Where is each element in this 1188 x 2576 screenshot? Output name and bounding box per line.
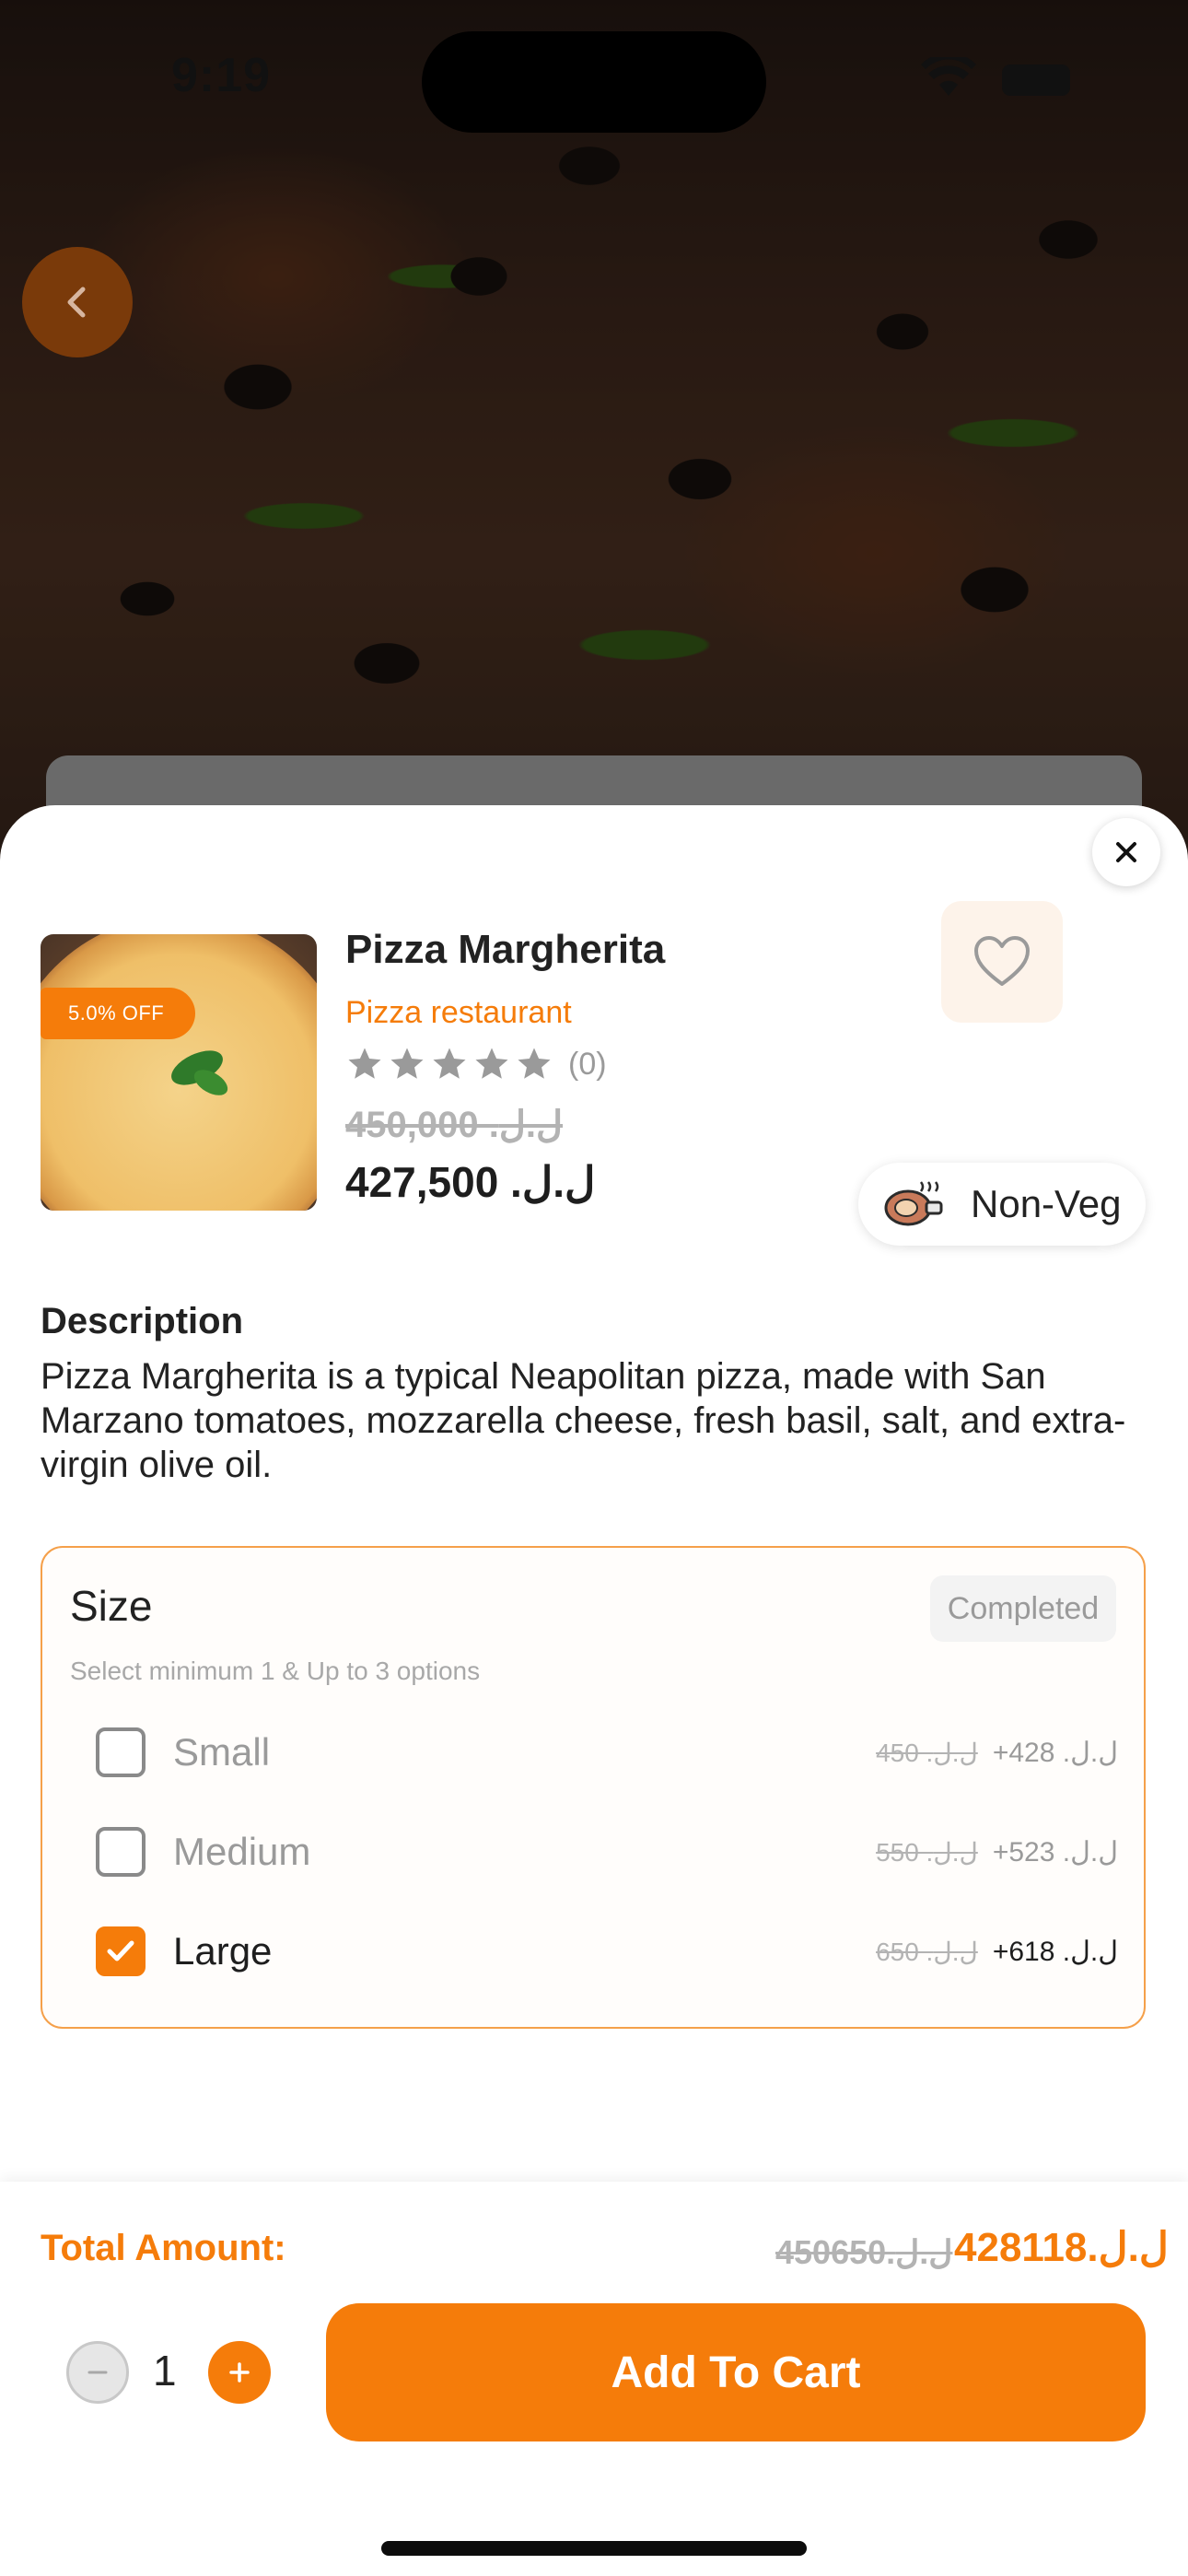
back-icon — [67, 287, 86, 318]
description-text: Pizza Margherita is a typical Neapolitan… — [41, 1356, 1126, 1485]
checkbox-icon[interactable] — [96, 1727, 146, 1777]
quantity-increment-button[interactable] — [208, 2341, 271, 2404]
discount-badge: 5.0% OFF — [41, 988, 196, 1039]
star-icon — [475, 1048, 508, 1079]
size-option-small[interactable]: Small 450 .ل.ل +428 .ل.ل — [96, 1715, 1118, 1789]
battery-icon — [1002, 64, 1070, 96]
checkbox-icon[interactable] — [96, 1827, 146, 1877]
option-label: Large — [173, 1929, 273, 1973]
option-label: Small — [173, 1730, 271, 1774]
product-image — [41, 934, 317, 1211]
quantity-decrement-button[interactable] — [66, 2341, 129, 2404]
rating-count: (0) — [568, 1046, 607, 1082]
original-price: 450,000 .ل.ل — [345, 1105, 564, 1145]
size-heading: Size — [70, 1582, 153, 1630]
wifi-icon — [921, 57, 976, 96]
option-price: +523 .ل.ل — [992, 1836, 1118, 1868]
size-option-large[interactable]: Large 650 .ل.ل +618 .ل.ل — [96, 1914, 1118, 1988]
option-label: Medium — [173, 1830, 311, 1873]
star-icon — [390, 1048, 424, 1079]
option-old-price: 450 .ل.ل — [876, 1738, 978, 1767]
add-to-cart-button[interactable]: Add To Cart — [326, 2303, 1146, 2441]
non-veg-icon — [884, 1181, 943, 1226]
product-title: Pizza Margherita — [345, 927, 666, 972]
total-price: 428118.ل.ل — [954, 2225, 1169, 2270]
discounted-price: 427,500 .ل.ل — [345, 1158, 596, 1206]
total-label: Total Amount: — [41, 2228, 286, 2268]
status-time: 9:19 — [171, 49, 272, 102]
star-icon — [433, 1048, 466, 1079]
quantity-value: 1 — [153, 2347, 177, 2395]
rating-stars: (0) — [345, 1045, 607, 1083]
size-status-badge: Completed — [930, 1575, 1116, 1642]
checkbox-checked-icon[interactable] — [96, 1926, 146, 1976]
dynamic-island — [422, 31, 766, 133]
diet-tag-label: Non-Veg — [971, 1182, 1122, 1225]
option-price: +618 .ل.ل — [992, 1936, 1118, 1967]
restaurant-name[interactable]: Pizza restaurant — [345, 995, 572, 1031]
total-original-price: 450650.ل.ل — [775, 2233, 953, 2271]
option-old-price: 650 .ل.ل — [876, 1937, 978, 1966]
star-icon — [518, 1048, 551, 1079]
back-button[interactable] — [22, 247, 133, 357]
option-price: +428 .ل.ل — [992, 1737, 1118, 1768]
close-icon — [1116, 842, 1136, 862]
size-instructions: Select minimum 1 & Up to 3 options — [70, 1657, 481, 1685]
diet-tag: Non-Veg — [858, 1163, 1146, 1246]
favorite-button[interactable] — [941, 901, 1063, 1023]
option-old-price: 550 .ل.ل — [876, 1837, 978, 1867]
minus-icon — [87, 2371, 108, 2374]
heart-icon — [974, 936, 1030, 986]
size-option-medium[interactable]: Medium 550 .ل.ل +523 .ل.ل — [96, 1815, 1118, 1889]
close-button[interactable] — [1092, 818, 1160, 886]
plus-icon — [229, 2362, 250, 2383]
description-heading: Description — [41, 1301, 244, 1341]
star-icon — [348, 1048, 381, 1079]
home-indicator[interactable] — [381, 2541, 807, 2556]
